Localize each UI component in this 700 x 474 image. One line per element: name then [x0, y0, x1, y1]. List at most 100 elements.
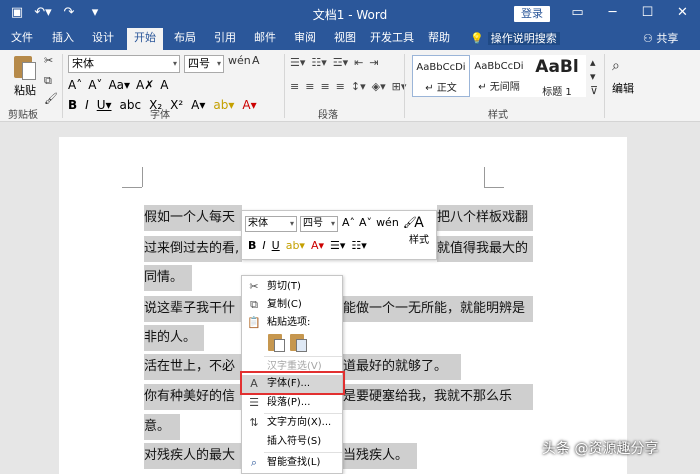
text-line[interactable]: 假如一个人每天	[144, 205, 242, 231]
bold-icon[interactable]: B	[248, 239, 256, 252]
shrink-font-icon[interactable]: A˅	[359, 216, 372, 229]
text-line[interactable]: 道最好的就够了。	[343, 354, 461, 380]
group-separator	[604, 54, 605, 118]
paste-picture-icon[interactable]	[290, 333, 308, 353]
menu-item-paragraph[interactable]: ☰ 段落(P)...	[242, 394, 342, 412]
font-size-select[interactable]: 四号 ▾	[184, 55, 224, 73]
bullets-icon[interactable]: ☰▾	[290, 56, 305, 69]
text-line[interactable]: 当残疾人。	[343, 443, 417, 469]
find-icon[interactable]: ⌕	[612, 58, 620, 74]
strikethrough-icon[interactable]: abc	[120, 98, 142, 112]
highlight-icon[interactable]: ab▾	[286, 239, 305, 252]
change-case-icon[interactable]: Aa▾	[108, 78, 130, 92]
menu-item-text-direction[interactable]: ⇅ 文字方向(X)...	[242, 414, 342, 432]
mini-size-select[interactable]: 四号 ▾	[300, 216, 338, 232]
paste-keep-format-icon[interactable]	[268, 333, 286, 353]
text-line[interactable]: 非的人。	[144, 325, 204, 351]
text-line[interactable]: 能做一个一无所能，就能明辨是	[343, 296, 533, 322]
text-line[interactable]: 过来倒过去的看,	[144, 236, 242, 262]
line-spacing-icon[interactable]: ↕▾	[351, 80, 366, 93]
close-icon[interactable]: ✕	[665, 3, 700, 23]
bullets-icon[interactable]: ☰▾	[330, 239, 345, 252]
tell-me-search[interactable]: 💡 操作说明搜索	[470, 30, 560, 46]
paste-icon[interactable]	[10, 54, 40, 80]
decrease-indent-icon[interactable]: ⇤	[354, 56, 363, 69]
paste-button-label[interactable]: 粘贴	[14, 82, 36, 98]
menu-item-cut[interactable]: ✂ 剪切(T)	[242, 278, 342, 296]
tab-layout[interactable]: 布局	[168, 28, 202, 50]
underline-icon[interactable]: U▾	[97, 98, 112, 112]
font-color-icon[interactable]: A▾	[242, 98, 256, 112]
menu-item-smart-lookup[interactable]: ⌕ 智能查找(L)	[242, 454, 342, 472]
share-button[interactable]: ⚇ 共享	[643, 30, 678, 46]
login-button[interactable]: 登录	[514, 6, 550, 22]
bold-icon[interactable]: B	[68, 98, 77, 112]
numbering-icon[interactable]: ☷▾	[311, 56, 326, 69]
editing-button-label[interactable]: 编辑	[612, 80, 634, 96]
grow-font-icon[interactable]: A˄	[68, 78, 82, 92]
tab-developer[interactable]: 开发工具	[368, 28, 416, 50]
mini-styles-button[interactable]: A 样式	[404, 215, 434, 255]
text-line[interactable]: 说这辈子我干什	[144, 296, 242, 322]
tab-references[interactable]: 引用	[208, 28, 242, 50]
highlight-icon[interactable]: ab▾	[213, 98, 234, 112]
multilevel-list-icon[interactable]: ☲▾	[333, 56, 348, 69]
text-line[interactable]: 是要硬塞给我，我就不那么乐	[343, 384, 533, 410]
menu-item-copy[interactable]: ⧉ 复制(C)	[242, 296, 342, 314]
style-no-spacing[interactable]: AaBbCcDi ↵ 无间隔	[470, 55, 528, 97]
mini-font-select[interactable]: 宋体 ▾	[245, 216, 297, 232]
font-name-select[interactable]: 宋体 ▾	[68, 55, 180, 73]
underline-icon[interactable]: U	[272, 239, 280, 252]
tab-review[interactable]: 审阅	[288, 28, 322, 50]
paragraph-row-2: ≡ ≡ ≡ ≡ ↕▾ ◈▾ ⊞▾	[290, 80, 406, 93]
phonetic-guide-icon[interactable]: wén	[376, 216, 399, 229]
text-line[interactable]: 同情。	[144, 265, 192, 291]
copy-icon[interactable]: ⧉	[44, 74, 52, 88]
clear-format-icon[interactable]: A✗	[136, 78, 154, 92]
tab-insert[interactable]: 插入	[46, 28, 80, 50]
styles-scroll-up-icon[interactable]: ▴	[590, 56, 596, 69]
align-center-icon[interactable]: ≡	[305, 80, 314, 93]
tab-mailings[interactable]: 邮件	[248, 28, 282, 50]
text-effects-icon[interactable]: A▾	[191, 98, 205, 112]
italic-icon[interactable]: I	[85, 98, 89, 112]
align-right-icon[interactable]: ≡	[320, 80, 329, 93]
tab-home[interactable]: 开始	[127, 28, 163, 50]
cut-icon[interactable]: ✂	[44, 54, 53, 67]
increase-indent-icon[interactable]: ⇥	[369, 56, 378, 69]
ribbon-display-icon[interactable]: ▭	[560, 3, 595, 23]
shrink-font-icon[interactable]: A˅	[88, 78, 102, 92]
text-line[interactable]: 意。	[144, 414, 180, 440]
numbering-icon[interactable]: ☷▾	[351, 239, 366, 252]
phonetic-guide-icon[interactable]: wén	[228, 54, 251, 67]
maximize-icon[interactable]: ☐	[630, 3, 665, 23]
superscript-icon[interactable]: X²	[170, 98, 183, 112]
tab-design[interactable]: 设计	[86, 28, 120, 50]
text-line[interactable]: 你有种美好的信	[144, 384, 242, 410]
styles-scroll-down-icon[interactable]: ▾	[590, 70, 596, 83]
shading-icon[interactable]: ◈▾	[372, 80, 386, 93]
text-line[interactable]: 活在世上，不必	[144, 354, 242, 380]
tab-help[interactable]: 帮助	[422, 28, 456, 50]
grow-font-icon[interactable]: A˄	[342, 216, 355, 229]
font-color-a-icon[interactable]: A	[160, 78, 168, 92]
text-line[interactable]: 把八个样板戏翻	[437, 205, 533, 231]
style-normal[interactable]: AaBbCcDi ↵ 正文	[412, 55, 470, 97]
tab-view[interactable]: 视图	[328, 28, 362, 50]
style-heading-1[interactable]: AaBl 标题 1	[528, 55, 586, 98]
align-left-icon[interactable]: ≡	[290, 80, 299, 93]
tab-file[interactable]: 文件	[4, 28, 40, 50]
crop-mark	[142, 167, 143, 187]
text-line[interactable]: 对残疾人的最大	[144, 443, 242, 469]
paragraph-row-1: ☰▾ ☷▾ ☲▾ ⇤ ⇥	[290, 56, 379, 69]
menu-item-insert-symbol[interactable]: 插入符号(S)	[242, 433, 342, 451]
minimize-icon[interactable]: ─	[595, 3, 630, 23]
text-direction-icon: ⇅	[249, 416, 259, 429]
text-line[interactable]: 就值得我最大的	[437, 236, 533, 262]
format-painter-icon[interactable]: 🖌	[44, 92, 58, 105]
font-color-icon[interactable]: A▾	[311, 239, 324, 252]
justify-icon[interactable]: ≡	[336, 80, 345, 93]
styles-more-icon[interactable]: ⊽	[590, 84, 598, 97]
char-border-icon[interactable]: A	[252, 54, 260, 67]
italic-icon[interactable]: I	[262, 239, 265, 252]
